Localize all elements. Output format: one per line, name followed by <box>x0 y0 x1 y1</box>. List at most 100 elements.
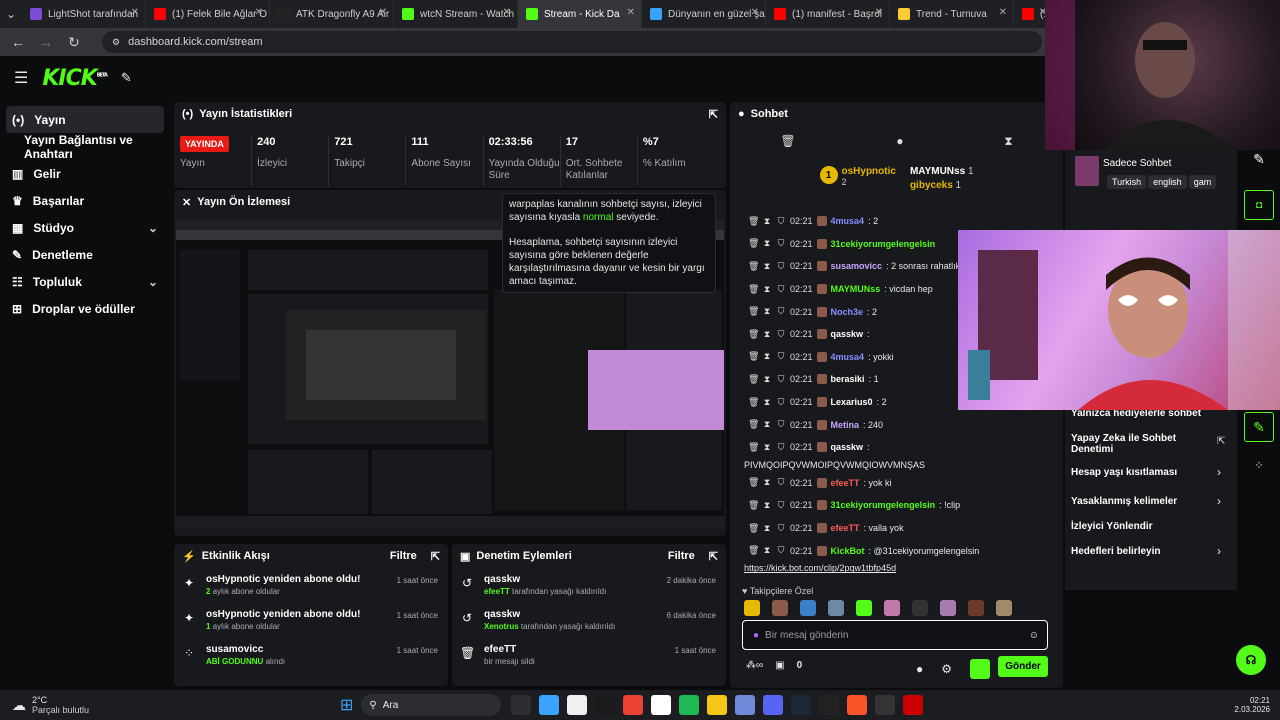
site-info-icon[interactable]: ⚙ <box>112 37 120 48</box>
message-username[interactable]: MAYMUNss <box>831 284 881 294</box>
hourglass-icon[interactable]: ⧗ <box>762 216 772 227</box>
browser-tab[interactable]: (1) Felek Bile Ağlar O ✕ <box>146 0 270 28</box>
emote-icon[interactable] <box>772 600 788 616</box>
browser-tab[interactable]: ATK Dragonfly A9 Air ✕ <box>270 0 394 28</box>
weather-widget[interactable]: ☁ 2°C Parçalı bulutlu <box>0 695 340 715</box>
kick-logo[interactable]: KICKBETA <box>42 66 108 91</box>
box-icon[interactable]: ▣ <box>775 660 784 671</box>
back-icon[interactable]: ← <box>10 34 26 50</box>
chatter-name[interactable]: MAYMUNss <box>910 166 965 177</box>
trash-icon[interactable]: 🗑 <box>748 545 759 556</box>
message-username[interactable]: Lexarius0 <box>831 397 873 407</box>
hourglass-icon[interactable]: ⧗ <box>762 442 772 453</box>
chevron-right-icon[interactable]: › <box>1217 465 1221 479</box>
emote-icon[interactable] <box>996 600 1012 616</box>
chat-message[interactable]: 🗑 ⧗ ⛉ 02:21 Metina: 240 <box>730 413 1063 436</box>
activity-filter-button[interactable]: Filtre <box>390 550 417 562</box>
shield-icon[interactable]: ⛉ <box>776 216 786 227</box>
shield-icon[interactable]: ⛉ <box>776 442 786 453</box>
hourglass-icon[interactable]: ⧗ <box>762 261 772 272</box>
shield-icon[interactable]: ⛉ <box>776 261 786 272</box>
trash-icon[interactable]: 🗑 <box>780 134 795 148</box>
taskbar-app-icon[interactable] <box>707 695 728 715</box>
chevron-right-icon[interactable]: › <box>1217 494 1221 508</box>
trash-icon[interactable]: 🗑 <box>748 374 759 385</box>
windows-start-icon[interactable]: ⊞ <box>340 695 353 715</box>
hourglass-icon[interactable]: ⧗ <box>762 477 772 488</box>
emote-icon[interactable] <box>912 600 928 616</box>
emote-icon[interactable] <box>744 600 760 616</box>
hourglass-icon[interactable]: ⧗ <box>762 397 772 408</box>
emote-icon[interactable] <box>940 600 956 616</box>
popout-icon[interactable]: ⇱ <box>709 108 718 121</box>
shield-icon[interactable]: ⛉ <box>776 419 786 430</box>
hourglass-icon[interactable]: ⧗ <box>762 306 772 317</box>
tab-list-icon[interactable]: ⌄ <box>0 7 22 21</box>
taskbar-app-icon[interactable] <box>763 695 784 715</box>
sidebar-item-revenue[interactable]: ▥ Gelir <box>0 160 170 187</box>
url-field[interactable]: ⚙ dashboard.kick.com/stream <box>102 31 1042 53</box>
chat-message[interactable]: 🗑 ⧗ ⛉ 02:21 KickBot: @31cekiyorumgelengelsin <box>730 539 1063 562</box>
close-icon[interactable]: ✕ <box>379 7 387 18</box>
trash-icon[interactable]: 🗑 <box>748 351 759 362</box>
trash-icon[interactable]: 🗑 <box>748 477 759 488</box>
message-username[interactable]: 4musa4 <box>831 216 865 226</box>
chat-message[interactable]: 🗑 ⧗ ⛉ 02:21 efeeTT: yok ki <box>730 472 1063 495</box>
trash-icon[interactable]: 🗑 <box>748 284 759 295</box>
message-username[interactable]: efeeTT <box>831 478 860 488</box>
message-username[interactable]: Noch3e <box>831 307 864 317</box>
sidebar-item-moderation[interactable]: ✎ Denetleme <box>0 241 170 268</box>
hourglass-icon[interactable]: ⧗ <box>762 419 772 430</box>
message-username[interactable]: efeeTT <box>831 523 860 533</box>
message-username[interactable]: susamovicc <box>831 261 883 271</box>
settings-icon[interactable]: ⚙ <box>941 662 952 676</box>
shield-icon[interactable]: ⛉ <box>776 306 786 317</box>
trash-icon[interactable]: 🗑 <box>748 500 759 511</box>
support-icon[interactable]: ☊ <box>1236 645 1266 675</box>
chevron-down-icon[interactable]: ⌄ <box>148 221 158 235</box>
close-icon[interactable]: ✕ <box>627 7 635 18</box>
trash-icon[interactable]: 🗑 <box>748 238 759 249</box>
close-icon[interactable]: ✕ <box>751 7 759 18</box>
trash-icon[interactable]: 🗑 <box>748 329 759 340</box>
chat-message[interactable]: 🗑 ⧗ ⛉ 02:21 31cekiyorumgelengelsin: !clip <box>730 494 1063 517</box>
message-username[interactable]: 4musa4 <box>831 352 865 362</box>
capture-icon[interactable]: ◘ <box>1244 190 1274 220</box>
pin-icon[interactable]: ✎ <box>121 70 132 86</box>
trash-icon[interactable]: 🗑 <box>748 397 759 408</box>
forward-icon[interactable]: → <box>38 34 54 50</box>
hourglass-icon[interactable]: ⧗ <box>762 351 772 362</box>
message-username[interactable]: berasiki <box>831 374 865 384</box>
set-goals-item[interactable]: Hedefleri belirleyin <box>1071 546 1231 557</box>
speech-bubble-icon[interactable]: ● <box>896 134 903 148</box>
browser-tab[interactable]: Stream - Kick Da ✕ <box>518 0 642 28</box>
clock[interactable]: 02:21 2.03.2026 <box>1234 696 1270 714</box>
shield-icon[interactable]: ⛉ <box>776 238 786 249</box>
hourglass-icon[interactable]: ⧗ <box>762 500 772 511</box>
message-username[interactable]: KickBot <box>831 546 865 556</box>
ai-moderation-item[interactable]: Yapay Zeka ile Sohbet Denetimi <box>1071 433 1191 455</box>
hourglass-icon[interactable]: ⧗ <box>762 374 772 385</box>
kick-emote-icon[interactable] <box>970 659 991 679</box>
close-icon[interactable]: ✕ <box>131 7 139 18</box>
hourglass-icon[interactable]: ⧗ <box>762 545 772 556</box>
chatter-name[interactable]: osHypnotic <box>842 166 896 177</box>
wrench-icon[interactable]: ✎ <box>1244 412 1274 442</box>
emote-icon[interactable] <box>856 600 872 616</box>
banned-words-item[interactable]: Yasaklanmış kelimeler <box>1071 496 1231 507</box>
taskbar-app-icon[interactable] <box>791 695 812 715</box>
trash-icon[interactable]: 🗑 <box>748 419 759 430</box>
popout-icon[interactable]: ⇱ <box>431 550 440 563</box>
taskbar-app-icon[interactable] <box>875 695 896 715</box>
chat-input[interactable]: ● Bir mesaj gönderin ☺ <box>742 620 1048 650</box>
shield-icon[interactable]: ⛉ <box>776 284 786 295</box>
shield-icon[interactable]: ⛉ <box>776 329 786 340</box>
tag-chip[interactable]: gam <box>1188 175 1217 189</box>
emote-icon[interactable] <box>800 600 816 616</box>
chat-bubble-icon[interactable]: ● <box>916 662 923 676</box>
sidebar-item-achievements[interactable]: ♛ Başarılar <box>0 187 170 214</box>
hourglass-icon[interactable]: ⧗ <box>762 284 772 295</box>
message-username[interactable]: qasskw <box>831 329 864 339</box>
browser-tab[interactable]: Dünyanın en güzel şa ✕ <box>642 0 766 28</box>
taskbar-app-icon[interactable] <box>623 695 644 715</box>
